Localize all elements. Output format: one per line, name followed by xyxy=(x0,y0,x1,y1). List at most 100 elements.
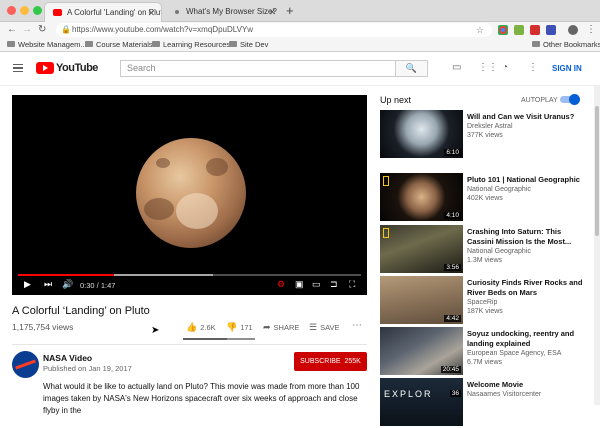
save-button[interactable]: ☰ SAVE xyxy=(309,322,340,333)
settings-dots-icon[interactable]: ⋮ xyxy=(528,62,538,73)
sign-in-button[interactable]: SIGN IN xyxy=(552,64,582,73)
autoplay-toggle[interactable] xyxy=(560,94,580,105)
recommended-channel[interactable]: Dreksler Astral xyxy=(467,123,513,130)
progress-bar[interactable] xyxy=(18,274,361,276)
recommended-title[interactable]: Pluto 101 | National Geographic xyxy=(467,175,587,185)
pluto-heart-region xyxy=(176,193,218,229)
recommended-channel[interactable]: SpaceRip xyxy=(467,299,497,306)
bookmark-folder[interactable]: Site Dev xyxy=(229,40,268,49)
recommended-channel[interactable]: European Space Agency, ESA xyxy=(467,350,561,357)
recommended-title[interactable]: Crashing Into Saturn: This Cassini Missi… xyxy=(467,227,587,247)
url-text: https://www.youtube.com/watch?v=xmqDpuDL… xyxy=(72,25,254,34)
dislike-button[interactable]: 👎 171 xyxy=(226,322,253,333)
menu-dots-icon[interactable]: ⋮ xyxy=(586,24,596,35)
hamburger-menu-icon[interactable] xyxy=(13,64,23,72)
duration-badge: 4:10 xyxy=(444,212,461,219)
extension-icon[interactable] xyxy=(530,25,540,35)
close-tab-icon[interactable]: ✕ xyxy=(147,3,155,22)
search-button[interactable]: 🔍 xyxy=(395,60,428,77)
channel-name[interactable]: NASA Video xyxy=(43,353,92,363)
profile-icon[interactable] xyxy=(568,25,578,35)
folder-icon xyxy=(85,41,93,47)
address-bar[interactable]: 🔒 https://www.youtube.com/watch?v=xmqDpu… xyxy=(56,23,492,37)
bookmark-folder[interactable]: Course Materials xyxy=(85,40,153,49)
fullscreen-icon[interactable]: ⛶ xyxy=(349,279,355,290)
cast-icon[interactable]: ⊐ xyxy=(330,279,338,290)
video-thumbnail[interactable]: 4:42 xyxy=(380,276,463,324)
close-window-icon[interactable] xyxy=(7,6,16,15)
more-actions-icon[interactable]: ⋯ xyxy=(352,320,362,331)
recommended-video[interactable]: 6:10 Will and Can we Visit Uranus? Dreks… xyxy=(380,110,590,160)
recommended-title[interactable]: Curiosity Finds River Rocks and River Be… xyxy=(467,278,587,298)
recommended-video[interactable]: 4:10 Pluto 101 | National Geographic Nat… xyxy=(380,173,590,223)
next-icon[interactable]: ⏭ xyxy=(44,279,52,290)
tab-youtube[interactable]: A Colorful 'Landing' on Pluto ✕ xyxy=(44,2,162,22)
other-bookmarks[interactable]: Other Bookmarks xyxy=(532,40,600,49)
extension-icon[interactable] xyxy=(514,25,524,35)
youtube-logo-text[interactable]: YouTube xyxy=(56,62,98,74)
scrollbar[interactable] xyxy=(594,86,600,405)
playlist-add-icon: ☰ xyxy=(309,322,318,332)
close-tab-icon[interactable]: ✕ xyxy=(268,2,276,22)
like-ratio-fill xyxy=(183,338,227,340)
extension-icon[interactable] xyxy=(546,25,556,35)
video-thumbnail[interactable]: 3:56 xyxy=(380,225,463,273)
thumbs-down-icon: 👎 xyxy=(226,322,238,332)
subscribe-button[interactable]: SUBSCRIBE 255K xyxy=(294,352,367,371)
view-count: 1,175,754 views xyxy=(12,322,74,332)
video-thumbnail[interactable]: 20:45 xyxy=(380,327,463,375)
tab-title: What's My Browser Size? xyxy=(186,7,277,16)
recommended-title[interactable]: Welcome Movie xyxy=(467,380,587,390)
scrollbar-thumb[interactable] xyxy=(595,106,599,236)
play-icon[interactable]: ▶ xyxy=(24,279,31,290)
bookmark-star-icon[interactable]: ☆ xyxy=(476,23,484,37)
forward-icon[interactable]: → xyxy=(22,24,32,35)
recommended-video[interactable]: 3:56 Crashing Into Saturn: This Cassini … xyxy=(380,225,590,275)
recommended-title[interactable]: Will and Can we Visit Uranus? xyxy=(467,112,587,122)
lock-icon: 🔒 xyxy=(61,25,71,34)
messages-icon[interactable]: ◔ xyxy=(502,62,508,73)
recommended-video[interactable]: 20:45 Soyuz undocking, reentry and landi… xyxy=(380,327,590,377)
video-thumbnail[interactable]: EXPLOR 36 xyxy=(380,378,463,426)
bookmark-folder[interactable]: Website Managem... xyxy=(7,40,87,49)
maximize-window-icon[interactable] xyxy=(33,6,42,15)
duration-badge: 4:42 xyxy=(444,315,461,322)
channel-avatar[interactable] xyxy=(12,351,39,378)
share-button[interactable]: ➦ SHARE xyxy=(263,322,299,333)
bookmark-folder[interactable]: Learning Resources xyxy=(152,40,230,49)
video-thumbnail[interactable]: 6:10 xyxy=(380,110,463,158)
theater-mode-icon[interactable]: ▭ xyxy=(312,279,321,290)
video-player[interactable]: ▶ ⏭ 🔊 0:30 / 1:47 ⚙ ▣ ▭ ⊐ ⛶ xyxy=(12,95,367,295)
reload-icon[interactable]: ↻ xyxy=(38,24,46,35)
like-button[interactable]: 👍 2.6K xyxy=(186,322,216,333)
recommended-channel[interactable]: National Geographic xyxy=(467,248,531,255)
recommended-channel[interactable]: National Geographic xyxy=(467,186,531,193)
national-geographic-logo-icon xyxy=(383,176,389,186)
search-input[interactable]: Search xyxy=(120,60,395,77)
recommended-channel[interactable]: Nasaames Visitorcenter xyxy=(467,391,541,398)
recommended-video[interactable]: 4:42 Curiosity Finds River Rocks and Riv… xyxy=(380,276,590,326)
apps-grid-icon[interactable]: ⋮⋮ xyxy=(478,62,498,73)
recommended-views: 377K views xyxy=(467,132,503,139)
pluto-dark-region xyxy=(144,198,174,220)
recommended-views: 402K views xyxy=(467,195,503,202)
back-icon[interactable]: ← xyxy=(7,24,17,35)
recommended-title[interactable]: Soyuz undocking, reentry and landing exp… xyxy=(467,329,587,349)
miniplayer-icon[interactable]: ▣ xyxy=(295,279,304,290)
create-video-icon[interactable]: ▭ xyxy=(452,62,461,73)
video-description: What would it be like to actually land o… xyxy=(43,382,360,415)
thumbs-up-icon: 👍 xyxy=(186,322,198,332)
tab-browser-size[interactable]: What's My Browser Size? ✕ xyxy=(164,2,282,22)
video-thumbnail[interactable]: 4:10 xyxy=(380,173,463,221)
volume-icon[interactable]: 🔊 xyxy=(62,279,73,290)
time-display: 0:30 / 1:47 xyxy=(80,281,116,290)
settings-icon[interactable]: ⚙ xyxy=(277,279,285,290)
recommended-video[interactable]: EXPLOR 36 Welcome Movie Nasaames Visitor… xyxy=(380,378,590,428)
thumbnail-text: EXPLOR xyxy=(384,389,433,399)
like-ratio-bar xyxy=(183,338,255,340)
youtube-logo-icon[interactable] xyxy=(36,62,54,74)
chrome-extension-icon[interactable] xyxy=(498,25,508,35)
new-tab-icon[interactable]: + xyxy=(286,3,294,18)
minimize-window-icon[interactable] xyxy=(20,6,29,15)
duration-badge: 36 xyxy=(449,390,461,397)
